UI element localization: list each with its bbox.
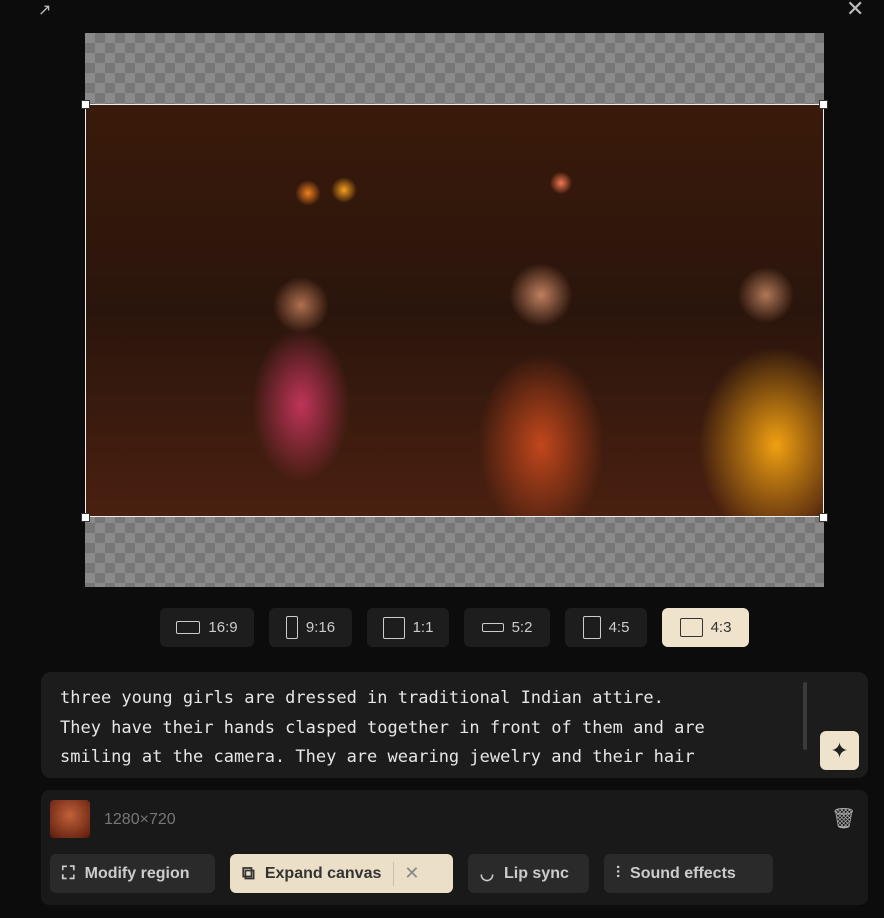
ratio-label: 5:2 xyxy=(511,619,533,636)
collapse-arrows-icon[interactable]: ↗ xyxy=(38,0,51,20)
resize-handle-bottom-right[interactable] xyxy=(819,513,828,522)
resize-handle-bottom-left[interactable] xyxy=(81,513,90,522)
wide-icon xyxy=(481,623,504,632)
ratio-5-2-button[interactable]: 5:2 xyxy=(464,608,550,647)
ratio-label: 4:3 xyxy=(710,619,732,636)
region-select-icon: ⛶ xyxy=(62,863,75,883)
sparkle-icon[interactable]: ✦ xyxy=(820,731,859,770)
landscape-icon xyxy=(679,618,703,637)
ratio-label: 9:16 xyxy=(305,619,336,636)
ratio-4-3-button[interactable]: 4:3 xyxy=(662,608,749,647)
resize-handle-top-right[interactable] xyxy=(819,100,828,109)
sound-effects-button[interactable]: ⫶ Sound effects xyxy=(604,854,773,893)
ratio-label: 1:1 xyxy=(412,619,434,636)
landscape-icon xyxy=(176,621,201,634)
prompt-textbox[interactable]: three young girls are dressed in traditi… xyxy=(41,672,868,778)
portrait-icon xyxy=(285,616,298,639)
tool-label: Modify region xyxy=(84,864,190,882)
lips-icon: ◡ xyxy=(480,865,494,883)
ratio-9-16-button[interactable]: 9:16 xyxy=(269,608,352,647)
media-thumbnail[interactable] xyxy=(50,800,90,838)
square-icon xyxy=(382,616,405,639)
ratio-16-9-button[interactable]: 16:9 xyxy=(160,608,254,647)
modify-region-button[interactable]: ⛶ Modify region xyxy=(50,854,215,893)
expand-canvas-button[interactable]: ⧉ Expand canvas ✕ xyxy=(230,854,453,893)
resize-handle-top-left[interactable] xyxy=(81,100,90,109)
portrait-icon xyxy=(582,616,601,639)
tool-label: Expand canvas xyxy=(264,864,382,882)
ratio-label: 4:5 xyxy=(608,619,630,636)
tool-label: Sound effects xyxy=(630,864,736,882)
sound-wave-icon: ⫶ xyxy=(616,864,621,882)
trash-icon[interactable]: 🗑 xyxy=(831,806,856,831)
tool-label: Lip sync xyxy=(503,864,569,882)
ratio-1-1-button[interactable]: 1:1 xyxy=(367,608,449,647)
close-icon[interactable]: ✕ xyxy=(404,863,419,884)
scrollbar[interactable] xyxy=(803,682,807,750)
ratio-label: 16:9 xyxy=(208,619,238,636)
ratio-4-5-button[interactable]: 4:5 xyxy=(565,608,647,647)
close-icon[interactable]: ✕ xyxy=(846,0,864,22)
source-image xyxy=(85,104,824,517)
prompt-text[interactable]: three young girls are dressed in traditi… xyxy=(60,684,800,773)
expand-icon: ⧉ xyxy=(242,863,255,883)
lip-sync-button[interactable]: ◡ Lip sync xyxy=(468,854,589,893)
media-dimensions: 1280×720 xyxy=(104,811,176,828)
